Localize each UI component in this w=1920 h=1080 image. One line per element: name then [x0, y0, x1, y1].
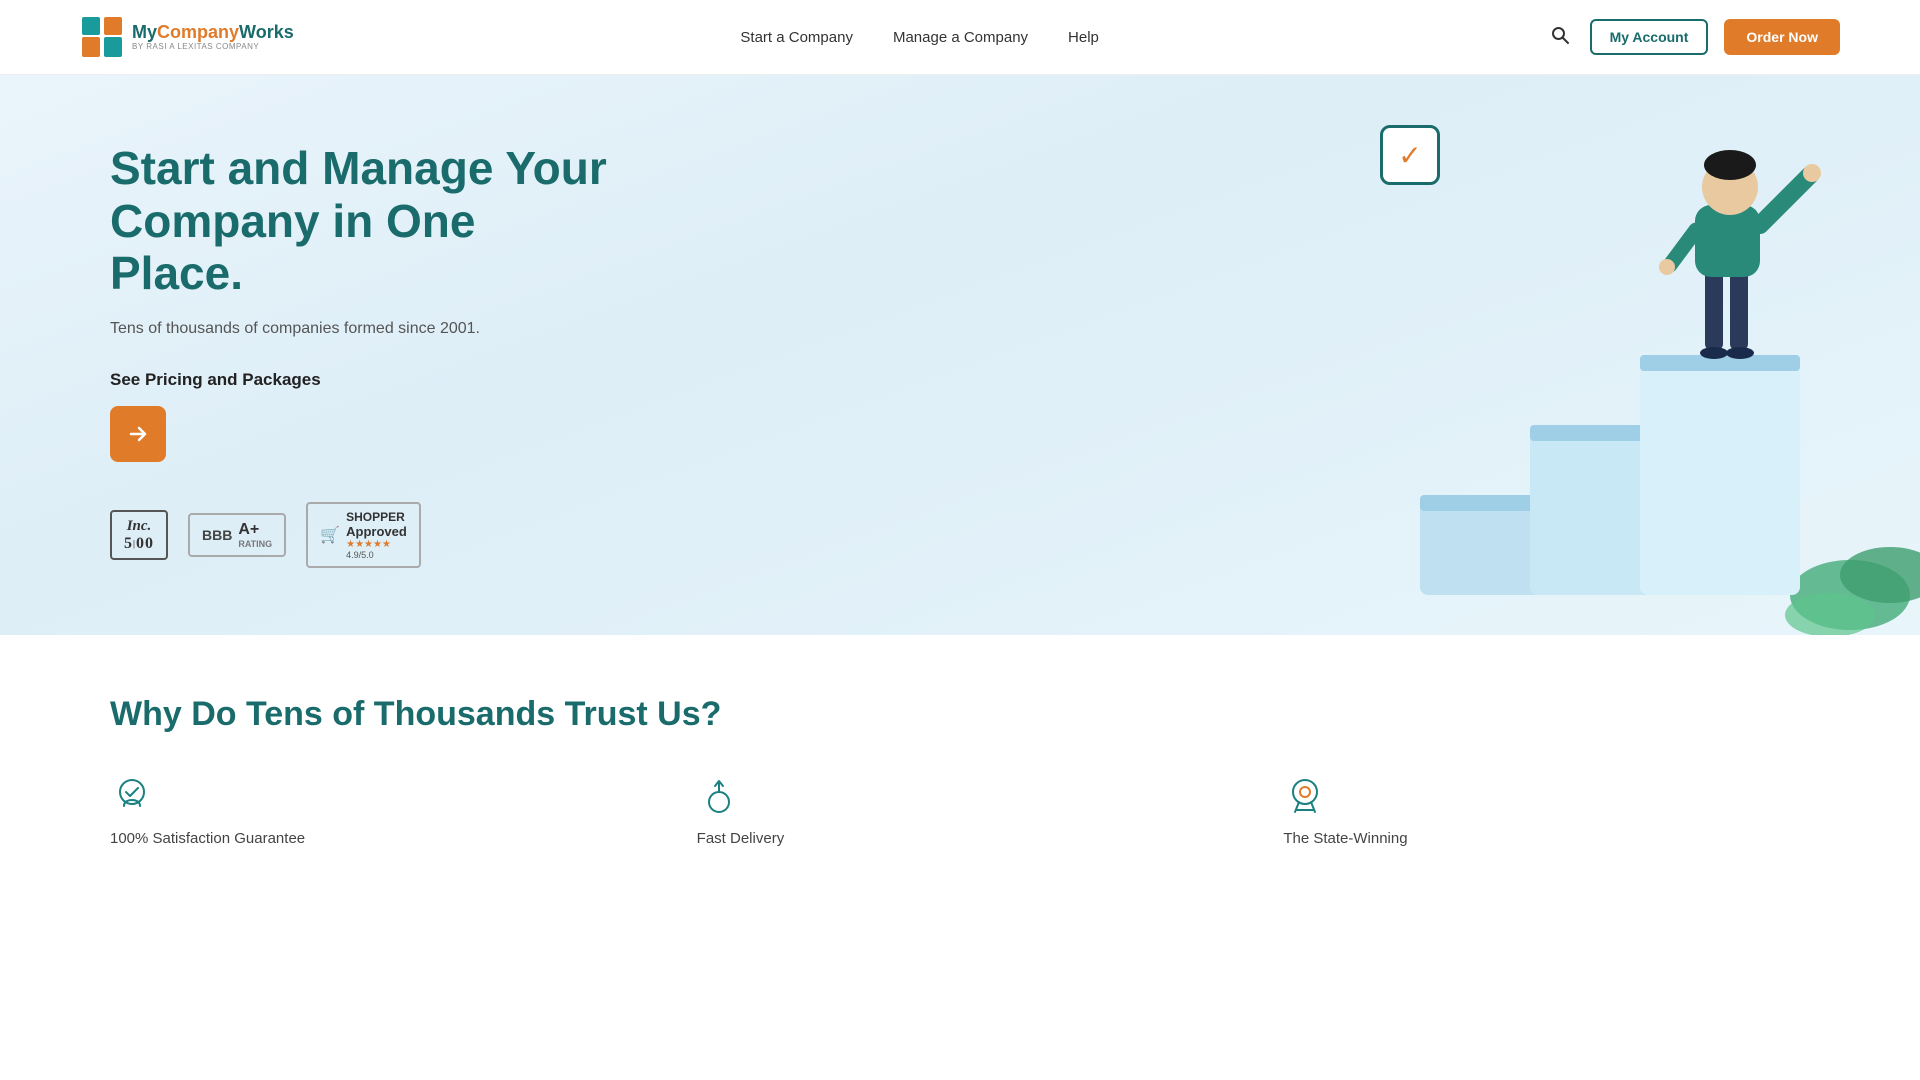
order-now-button[interactable]: Order Now: [1724, 19, 1840, 55]
my-account-button[interactable]: My Account: [1590, 19, 1709, 55]
logo[interactable]: MyCompanyWorks BY RASI A LEXITAS COMPANY: [80, 15, 294, 59]
hero-cta-label: See Pricing and Packages: [110, 370, 620, 390]
bbb-rating-label: RATING: [238, 539, 272, 549]
bbb-rating-block: A+ RATING: [238, 521, 272, 549]
why-card-delivery: Fast Delivery: [697, 774, 1224, 847]
inc-top-label: Inc.: [127, 518, 152, 535]
bbb-badge: BBB A+ RATING: [188, 513, 286, 557]
why-card-label-satisfaction: 100% Satisfaction Guarantee: [110, 830, 305, 847]
hero-scene-svg: [1320, 115, 1920, 635]
navbar-actions: My Account Order Now: [1546, 19, 1840, 55]
hero-illustration: ✓: [1320, 115, 1920, 635]
why-section-title: Why Do Tens of Thousands Trust Us?: [110, 695, 1810, 734]
logo-text: MyCompanyWorks: [132, 23, 294, 43]
shopper-stars: ★★★★★: [346, 539, 407, 550]
logo-subtitle: BY RASI A LEXITAS COMPANY: [132, 43, 294, 52]
award-icon: [1283, 774, 1327, 818]
why-card-award: The State-Winning: [1283, 774, 1810, 847]
satisfaction-icon: [110, 774, 154, 818]
inc-bottom-label: 5|00: [124, 535, 154, 553]
hero-arrow-button[interactable]: [110, 406, 166, 462]
hero-section: Start and Manage Your Company in One Pla…: [0, 75, 1920, 635]
shopper-approved-badge: 🛒 SHOPPERApproved ★★★★★ 4.9/5.0: [306, 502, 421, 568]
hero-subtitle: Tens of thousands of companies formed si…: [110, 320, 620, 338]
arrow-right-icon: [126, 422, 150, 446]
shopper-text-block: SHOPPERApproved ★★★★★ 4.9/5.0: [346, 510, 407, 560]
cart-icon: 🛒: [320, 525, 340, 545]
nav-start-company[interactable]: Start a Company: [740, 29, 853, 46]
why-cards-row: 100% Satisfaction Guarantee Fast Deliver…: [110, 774, 1810, 847]
nav-help[interactable]: Help: [1068, 29, 1099, 46]
why-card-label-delivery: Fast Delivery: [697, 830, 785, 847]
badges-row: Inc. 5|00 BBB A+ RATING 🛒 SHOPPERApprove…: [110, 502, 620, 568]
bbb-rating-value: A+: [238, 521, 272, 539]
hero-content: Start and Manage Your Company in One Pla…: [0, 142, 620, 629]
why-section: Why Do Tens of Thousands Trust Us? 100% …: [0, 635, 1920, 867]
bbb-logo-text: BBB: [202, 527, 232, 543]
inc500-badge: Inc. 5|00: [110, 510, 168, 560]
navbar: MyCompanyWorks BY RASI A LEXITAS COMPANY…: [0, 0, 1920, 75]
nav-manage-company[interactable]: Manage a Company: [893, 29, 1028, 46]
hero-title: Start and Manage Your Company in One Pla…: [110, 142, 620, 301]
why-card-label-award: The State-Winning: [1283, 830, 1407, 847]
main-nav: Start a Company Manage a Company Help: [740, 29, 1099, 46]
delivery-icon: [697, 774, 741, 818]
shopper-label: SHOPPERApproved: [346, 510, 407, 539]
search-button[interactable]: [1546, 21, 1574, 54]
why-card-satisfaction: 100% Satisfaction Guarantee: [110, 774, 637, 847]
search-icon: [1550, 25, 1570, 45]
shopper-score: 4.9/5.0: [346, 550, 407, 560]
